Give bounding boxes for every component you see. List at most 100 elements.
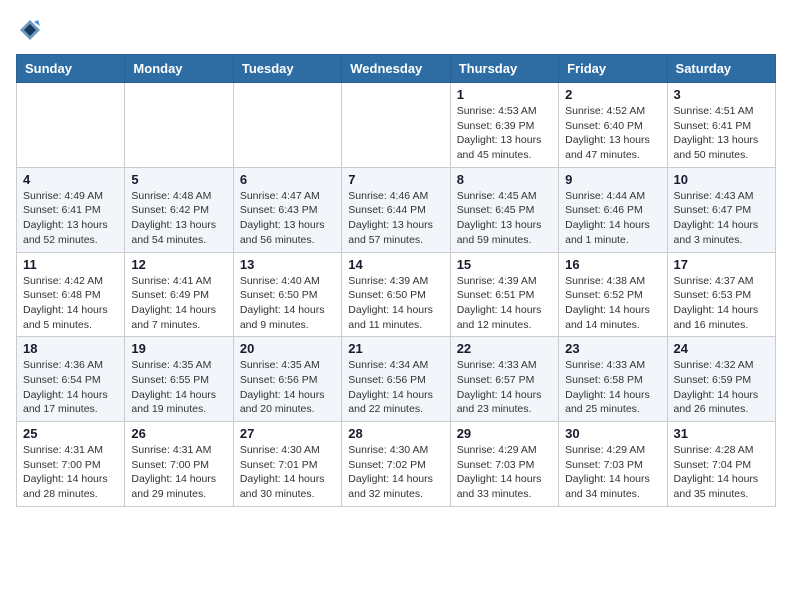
day-info: Sunrise: 4:28 AM Sunset: 7:04 PM Dayligh…	[674, 443, 769, 502]
calendar-cell: 5 Sunrise: 4:48 AM Sunset: 6:42 PM Daylig…	[125, 167, 233, 252]
calendar-cell: 7 Sunrise: 4:46 AM Sunset: 6:44 PM Daylig…	[342, 167, 450, 252]
day-number: 13	[240, 257, 335, 272]
day-number: 28	[348, 426, 443, 441]
calendar-cell: 14 Sunrise: 4:39 AM Sunset: 6:50 PM Dayli…	[342, 252, 450, 337]
calendar-cell: 24Sunrise: 4:32 AM Sunset: 6:59 PM Dayli…	[667, 337, 775, 422]
day-number: 10	[674, 172, 769, 187]
day-number: 27	[240, 426, 335, 441]
day-info: Sunrise: 4:48 AM Sunset: 6:42 PM Dayligh…	[131, 189, 226, 248]
day-number: 21	[348, 341, 443, 356]
day-info: Sunrise: 4:31 AM Sunset: 7:00 PM Dayligh…	[23, 443, 118, 502]
calendar-week-row: 11Sunrise: 4:42 AM Sunset: 6:48 PM Dayli…	[17, 252, 776, 337]
calendar-week-row: 4 Sunrise: 4:49 AM Sunset: 6:41 PM Daylig…	[17, 167, 776, 252]
day-number: 23	[565, 341, 660, 356]
calendar-cell: 11Sunrise: 4:42 AM Sunset: 6:48 PM Dayli…	[17, 252, 125, 337]
day-number: 19	[131, 341, 226, 356]
calendar-cell: 27 Sunrise: 4:30 AM Sunset: 7:01 PM Dayli…	[233, 422, 341, 507]
calendar-cell: 19 Sunrise: 4:35 AM Sunset: 6:55 PM Dayli…	[125, 337, 233, 422]
calendar-header-row: SundayMondayTuesdayWednesdayThursdayFrid…	[17, 55, 776, 83]
calendar-cell: 23 Sunrise: 4:33 AM Sunset: 6:58 PM Dayli…	[559, 337, 667, 422]
day-info: Sunrise: 4:46 AM Sunset: 6:44 PM Dayligh…	[348, 189, 443, 248]
day-number: 18	[23, 341, 118, 356]
calendar-cell: 17 Sunrise: 4:37 AM Sunset: 6:53 PM Dayli…	[667, 252, 775, 337]
calendar-cell: 25 Sunrise: 4:31 AM Sunset: 7:00 PM Dayli…	[17, 422, 125, 507]
calendar: SundayMondayTuesdayWednesdayThursdayFrid…	[16, 54, 776, 507]
day-info: Sunrise: 4:31 AM Sunset: 7:00 PM Dayligh…	[131, 443, 226, 502]
calendar-cell	[342, 83, 450, 168]
page-header	[16, 16, 776, 44]
day-info: Sunrise: 4:47 AM Sunset: 6:43 PM Dayligh…	[240, 189, 335, 248]
weekday-header: Saturday	[667, 55, 775, 83]
day-number: 2	[565, 87, 660, 102]
day-info: Sunrise: 4:41 AM Sunset: 6:49 PM Dayligh…	[131, 274, 226, 333]
calendar-cell: 31 Sunrise: 4:28 AM Sunset: 7:04 PM Dayli…	[667, 422, 775, 507]
day-info: Sunrise: 4:30 AM Sunset: 7:02 PM Dayligh…	[348, 443, 443, 502]
weekday-header: Monday	[125, 55, 233, 83]
calendar-cell: 4 Sunrise: 4:49 AM Sunset: 6:41 PM Daylig…	[17, 167, 125, 252]
day-number: 6	[240, 172, 335, 187]
calendar-week-row: 18Sunrise: 4:36 AM Sunset: 6:54 PM Dayli…	[17, 337, 776, 422]
calendar-week-row: 25 Sunrise: 4:31 AM Sunset: 7:00 PM Dayli…	[17, 422, 776, 507]
calendar-cell: 13 Sunrise: 4:40 AM Sunset: 6:50 PM Dayli…	[233, 252, 341, 337]
calendar-cell: 8 Sunrise: 4:45 AM Sunset: 6:45 PM Daylig…	[450, 167, 558, 252]
calendar-cell: 18Sunrise: 4:36 AM Sunset: 6:54 PM Dayli…	[17, 337, 125, 422]
calendar-cell: 26Sunrise: 4:31 AM Sunset: 7:00 PM Dayli…	[125, 422, 233, 507]
day-info: Sunrise: 4:34 AM Sunset: 6:56 PM Dayligh…	[348, 358, 443, 417]
calendar-cell: 15 Sunrise: 4:39 AM Sunset: 6:51 PM Dayli…	[450, 252, 558, 337]
day-info: Sunrise: 4:30 AM Sunset: 7:01 PM Dayligh…	[240, 443, 335, 502]
weekday-header: Wednesday	[342, 55, 450, 83]
day-info: Sunrise: 4:52 AM Sunset: 6:40 PM Dayligh…	[565, 104, 660, 163]
logo	[16, 16, 48, 44]
calendar-cell: 1 Sunrise: 4:53 AM Sunset: 6:39 PM Daylig…	[450, 83, 558, 168]
day-info: Sunrise: 4:43 AM Sunset: 6:47 PM Dayligh…	[674, 189, 769, 248]
day-number: 24	[674, 341, 769, 356]
calendar-cell: 30Sunrise: 4:29 AM Sunset: 7:03 PM Dayli…	[559, 422, 667, 507]
day-number: 12	[131, 257, 226, 272]
day-number: 14	[348, 257, 443, 272]
day-info: Sunrise: 4:33 AM Sunset: 6:58 PM Dayligh…	[565, 358, 660, 417]
calendar-cell: 20Sunrise: 4:35 AM Sunset: 6:56 PM Dayli…	[233, 337, 341, 422]
day-number: 15	[457, 257, 552, 272]
calendar-cell: 6 Sunrise: 4:47 AM Sunset: 6:43 PM Daylig…	[233, 167, 341, 252]
day-number: 22	[457, 341, 552, 356]
day-number: 8	[457, 172, 552, 187]
day-number: 7	[348, 172, 443, 187]
day-number: 9	[565, 172, 660, 187]
day-number: 31	[674, 426, 769, 441]
calendar-cell	[125, 83, 233, 168]
day-number: 3	[674, 87, 769, 102]
day-number: 29	[457, 426, 552, 441]
day-info: Sunrise: 4:53 AM Sunset: 6:39 PM Dayligh…	[457, 104, 552, 163]
calendar-cell: 12 Sunrise: 4:41 AM Sunset: 6:49 PM Dayli…	[125, 252, 233, 337]
weekday-header: Sunday	[17, 55, 125, 83]
day-info: Sunrise: 4:40 AM Sunset: 6:50 PM Dayligh…	[240, 274, 335, 333]
day-info: Sunrise: 4:35 AM Sunset: 6:55 PM Dayligh…	[131, 358, 226, 417]
day-info: Sunrise: 4:29 AM Sunset: 7:03 PM Dayligh…	[565, 443, 660, 502]
day-info: Sunrise: 4:35 AM Sunset: 6:56 PM Dayligh…	[240, 358, 335, 417]
day-info: Sunrise: 4:45 AM Sunset: 6:45 PM Dayligh…	[457, 189, 552, 248]
weekday-header: Friday	[559, 55, 667, 83]
day-number: 25	[23, 426, 118, 441]
day-info: Sunrise: 4:37 AM Sunset: 6:53 PM Dayligh…	[674, 274, 769, 333]
day-number: 4	[23, 172, 118, 187]
calendar-cell: 10 Sunrise: 4:43 AM Sunset: 6:47 PM Dayli…	[667, 167, 775, 252]
weekday-header: Thursday	[450, 55, 558, 83]
day-info: Sunrise: 4:44 AM Sunset: 6:46 PM Dayligh…	[565, 189, 660, 248]
calendar-week-row: 1 Sunrise: 4:53 AM Sunset: 6:39 PM Daylig…	[17, 83, 776, 168]
logo-icon	[16, 16, 44, 44]
day-number: 11	[23, 257, 118, 272]
day-number: 5	[131, 172, 226, 187]
day-number: 1	[457, 87, 552, 102]
calendar-cell: 21 Sunrise: 4:34 AM Sunset: 6:56 PM Dayli…	[342, 337, 450, 422]
calendar-cell: 16Sunrise: 4:38 AM Sunset: 6:52 PM Dayli…	[559, 252, 667, 337]
day-info: Sunrise: 4:49 AM Sunset: 6:41 PM Dayligh…	[23, 189, 118, 248]
calendar-cell: 9 Sunrise: 4:44 AM Sunset: 6:46 PM Daylig…	[559, 167, 667, 252]
day-number: 17	[674, 257, 769, 272]
calendar-cell	[233, 83, 341, 168]
day-info: Sunrise: 4:39 AM Sunset: 6:51 PM Dayligh…	[457, 274, 552, 333]
day-info: Sunrise: 4:51 AM Sunset: 6:41 PM Dayligh…	[674, 104, 769, 163]
calendar-cell	[17, 83, 125, 168]
calendar-cell: 28 Sunrise: 4:30 AM Sunset: 7:02 PM Dayli…	[342, 422, 450, 507]
day-info: Sunrise: 4:38 AM Sunset: 6:52 PM Dayligh…	[565, 274, 660, 333]
day-info: Sunrise: 4:39 AM Sunset: 6:50 PM Dayligh…	[348, 274, 443, 333]
